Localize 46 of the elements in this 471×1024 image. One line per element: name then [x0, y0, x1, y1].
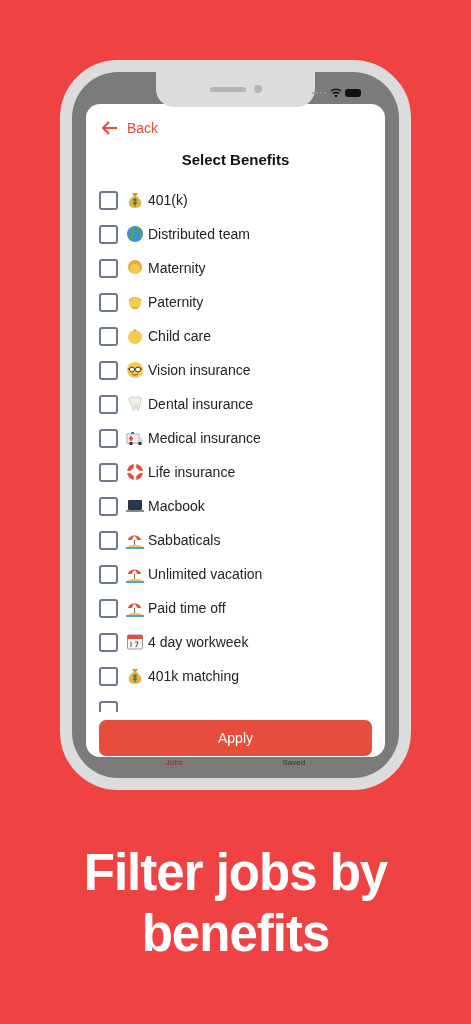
benefit-label: Sabbaticals — [148, 532, 221, 548]
checkbox[interactable] — [99, 632, 118, 652]
checkbox[interactable] — [99, 598, 118, 618]
back-arrow-icon — [101, 121, 118, 135]
checkbox[interactable] — [99, 666, 118, 686]
benefit-label: Unlimited vacation — [148, 566, 263, 582]
checkbox[interactable] — [99, 224, 118, 244]
benefit-label: Life insurance — [148, 464, 236, 480]
globe-icon — [126, 225, 144, 243]
benefit-label: Paternity — [148, 294, 204, 310]
benefit-label: Child care — [148, 328, 212, 344]
checkbox[interactable] — [99, 530, 118, 550]
benefit-label: Distributed team — [148, 226, 250, 242]
laptop-icon — [126, 497, 144, 515]
checkbox[interactable] — [99, 258, 118, 278]
back-link[interactable]: Back — [101, 120, 159, 136]
benefit-label: Medical insurance — [148, 430, 261, 446]
benefit-label: 401(k) — [148, 192, 188, 208]
benefit-label: Macbook — [148, 498, 205, 514]
headline: Filter jobs by benefits — [82, 843, 389, 964]
checkbox[interactable] — [99, 292, 118, 312]
calendar-icon — [126, 633, 144, 651]
benefit-label: Vision insurance — [148, 362, 251, 378]
benefit-label: Dental insurance — [148, 396, 254, 412]
benefit-label: 4 day workweek — [148, 634, 249, 650]
apply-button[interactable]: Apply — [99, 720, 372, 756]
checkbox[interactable] — [99, 564, 118, 584]
checkbox[interactable] — [99, 462, 118, 482]
benefit-label: Paid time off — [148, 600, 226, 616]
status-icons — [311, 87, 363, 99]
checkbox[interactable] — [99, 360, 118, 380]
money-bag-icon — [126, 667, 144, 685]
ambulance-icon — [126, 429, 144, 447]
benefit-label: 401k matching — [148, 668, 240, 684]
checkbox[interactable] — [99, 428, 118, 448]
sheet-title: Select Benefits — [180, 151, 291, 168]
tab[interactable]: Jobs — [165, 757, 183, 767]
checkbox[interactable] — [99, 326, 118, 346]
tooth-icon — [126, 395, 144, 413]
lifebuoy-icon — [126, 463, 144, 481]
checkbox[interactable] — [99, 190, 118, 210]
money-bag-icon — [126, 191, 144, 209]
glasses-face-icon — [126, 361, 144, 379]
checkbox[interactable] — [99, 496, 118, 516]
checkbox[interactable] — [99, 394, 118, 414]
benefit-label: Maternity — [148, 260, 206, 276]
